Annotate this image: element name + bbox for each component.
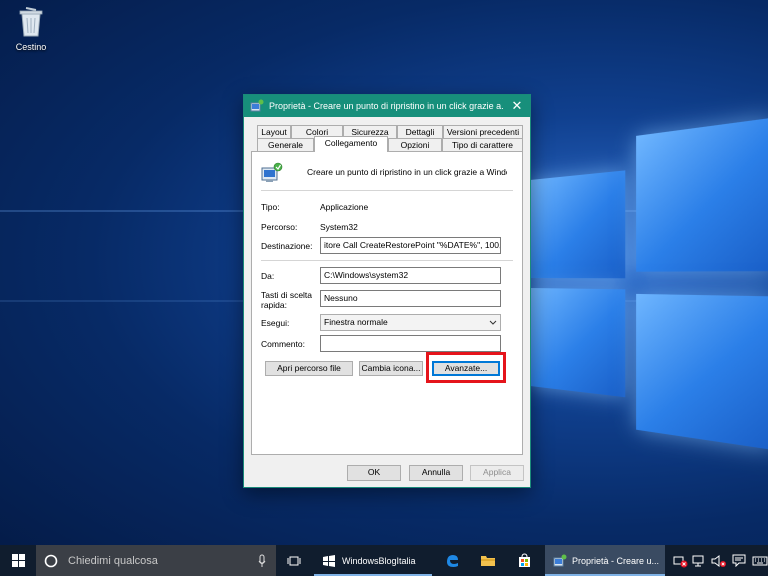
tab-strip: Layout Colori Sicurezza Dettagli Version… — [251, 125, 523, 153]
chevron-down-icon — [489, 315, 497, 330]
apri-percorso-file-button[interactable]: Apri percorso file — [265, 361, 353, 376]
destinazione-field[interactable]: itore Call CreateRestorePoint "%DATE%", … — [320, 237, 501, 254]
tasti-field[interactable]: Nessuno — [320, 290, 501, 307]
taskbar-app-windowsblogitalia[interactable]: WindowsBlogItalia — [314, 545, 432, 576]
tab-versioni-precedenti[interactable]: Versioni precedenti — [443, 125, 523, 138]
tipo-label: Tipo: — [261, 202, 280, 212]
tab-dettagli[interactable]: Dettagli — [397, 125, 443, 138]
esegui-select[interactable]: Finestra normale — [320, 314, 501, 331]
percorso-value: System32 — [320, 222, 358, 232]
taskbar-app-proprieta[interactable]: Proprietà - Creare u... — [545, 545, 665, 576]
window-app-icon — [323, 554, 335, 567]
file-explorer-icon — [481, 556, 495, 566]
taskbar-app-label: Proprietà - Creare u... — [572, 555, 660, 566]
network-error-icon[interactable] — [672, 554, 688, 568]
store-icon — [518, 553, 530, 567]
task-view-button[interactable] — [280, 545, 308, 576]
percorso-label: Percorso: — [261, 222, 298, 232]
edge-icon — [446, 555, 458, 567]
collegamento-panel: Creare un punto di ripristino in un clic… — [251, 151, 523, 455]
tab-generale[interactable]: Generale — [257, 138, 314, 151]
esegui-value: Finestra normale — [324, 317, 388, 327]
commento-field[interactable] — [320, 335, 501, 352]
microphone-icon[interactable] — [258, 554, 266, 568]
shortcut-icon — [261, 162, 283, 186]
commento-label: Commento: — [261, 339, 305, 349]
dialog-title: Proprietà - Creare un punto di ripristin… — [269, 101, 504, 111]
tab-tipo-di-carattere[interactable]: Tipo di carattere — [442, 138, 523, 151]
dialog-titlebar[interactable]: Proprietà - Creare un punto di ripristin… — [244, 95, 530, 117]
esegui-label: Esegui: — [261, 318, 290, 328]
tab-collegamento[interactable]: Collegamento — [314, 136, 388, 152]
applica-button[interactable]: Applica — [470, 465, 524, 481]
close-button[interactable]: ✕ — [504, 95, 530, 117]
display-icon[interactable] — [692, 554, 706, 568]
separator — [261, 190, 513, 191]
shortcut-app-icon — [553, 554, 567, 566]
start-button[interactable] — [0, 545, 36, 576]
notifications-icon[interactable] — [732, 554, 746, 567]
cortana-icon — [44, 554, 58, 567]
file-explorer-button[interactable] — [474, 545, 502, 576]
properties-dialog: Proprietà - Creare un punto di ripristin… — [243, 94, 531, 488]
volume-muted-icon[interactable] — [710, 554, 726, 568]
edge-button[interactable] — [438, 545, 466, 576]
shortcut-app-icon — [250, 99, 264, 113]
highlight-box — [426, 352, 506, 383]
keyboard-icon[interactable] — [752, 555, 768, 567]
windows-logo-wallpaper — [530, 117, 768, 450]
desktop-icon-label: Cestino — [15, 42, 47, 52]
search-placeholder: Chiedimi qualcosa — [68, 554, 158, 567]
destinazione-label: Destinazione: — [261, 241, 313, 251]
desktop-icon-recycle-bin[interactable]: Cestino — [8, 6, 54, 52]
task-view-icon — [287, 556, 301, 565]
recycle-bin-icon — [18, 6, 44, 38]
cambia-icona-button[interactable]: Cambia icona... — [359, 361, 423, 376]
taskbar-app-label: WindowsBlogItalia — [342, 555, 416, 566]
tab-layout[interactable]: Layout — [257, 125, 291, 138]
da-field[interactable]: C:\Windows\system32 — [320, 267, 501, 284]
annulla-button[interactable]: Annulla — [409, 465, 463, 481]
system-tray — [670, 545, 768, 576]
da-label: Da: — [261, 271, 275, 281]
separator — [261, 260, 513, 261]
tab-opzioni[interactable]: Opzioni — [388, 138, 442, 151]
search-box[interactable]: Chiedimi qualcosa — [36, 545, 276, 576]
tasti-label: Tasti di scelta rapida: — [261, 290, 313, 310]
ok-button[interactable]: OK — [347, 465, 401, 481]
shortcut-name: Creare un punto di ripristino in un clic… — [307, 167, 507, 177]
taskbar: Chiedimi qualcosa WindowsBlogItalia Prop… — [0, 545, 768, 576]
store-button[interactable] — [510, 545, 538, 576]
windows-start-icon — [11, 554, 25, 567]
tipo-value: Applicazione — [320, 202, 369, 212]
